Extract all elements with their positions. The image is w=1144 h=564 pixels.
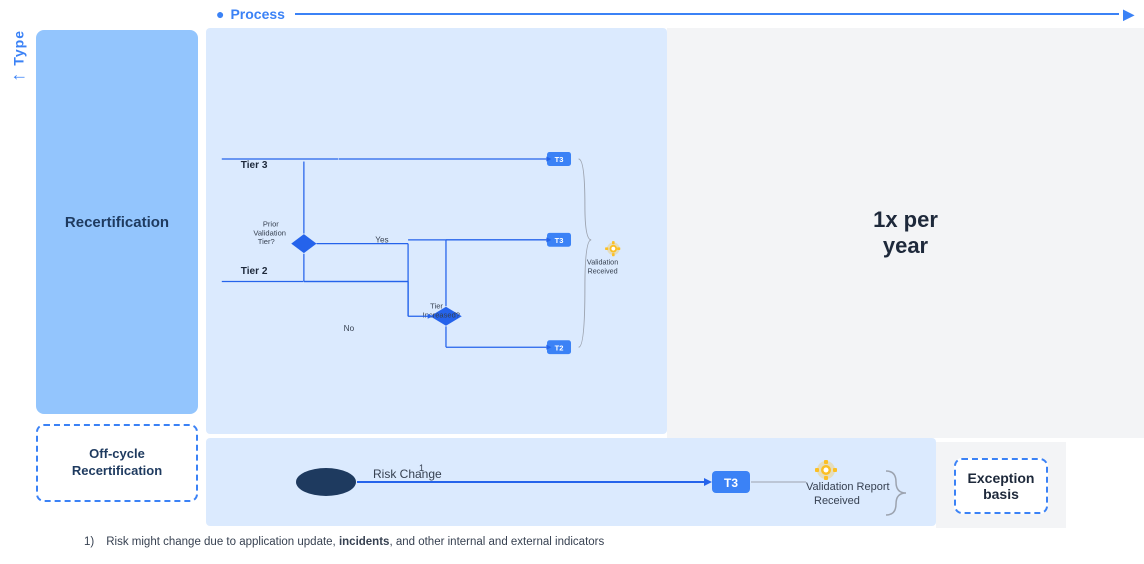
process-arrow-line	[295, 13, 1119, 15]
validation-icon-center	[611, 247, 615, 251]
lower-panel: Risk Change 1 T3	[206, 438, 936, 526]
main-container: ↑ Type Recertification Off-cycle Recerti…	[0, 0, 1144, 530]
freq-lower: Exception basis	[936, 442, 1066, 530]
footnote-text: Risk might change due to application upd…	[106, 536, 604, 548]
process-arrow-left-dot: ●	[216, 6, 224, 22]
footnote: 1) Risk might change due to application …	[44, 528, 1136, 556]
off-cycle-label: Off-cycle Recertification	[72, 446, 162, 480]
exception-freq-col: Exception basis	[936, 438, 1066, 530]
prior-validation-text1: Prior	[263, 220, 279, 229]
recertification-label: Recertification	[65, 214, 169, 231]
exception-basis-label: Exception basis	[968, 470, 1035, 502]
lower-row: Risk Change 1 T3	[206, 438, 1144, 530]
lower-t3-text: T3	[724, 476, 738, 490]
lower-svg: Risk Change 1 T3	[206, 438, 936, 526]
validation-report-text2: Received	[814, 495, 860, 507]
footnote-number: 1)	[84, 536, 94, 548]
footnote-text-pre: Risk might change due to application upd…	[106, 536, 339, 548]
risk-change-sup: 1	[419, 463, 424, 473]
prior-validation-text3: Tier?	[258, 237, 275, 246]
risk-change-oval	[296, 468, 356, 496]
t2-badge-text: T2	[555, 343, 564, 352]
upper-panel: Tier 3 Tier 2 Prior Validation Tier? Yes	[206, 28, 667, 434]
tier2-text: Tier 2	[241, 266, 268, 277]
type-axis: ↑ Type	[0, 0, 36, 530]
gear-tooth-left	[605, 247, 608, 250]
tier3-text: Tier 3	[241, 160, 268, 171]
process-header: ● Process ▶	[206, 0, 1144, 28]
diagram-area: ● Process ▶ Tier 3 Tier 2 Prior Validati…	[206, 0, 1144, 530]
recertification-box: Recertification	[36, 30, 198, 414]
gear-tooth-bottom	[612, 253, 615, 256]
validation-rec-text1: Validation	[587, 257, 618, 266]
gear-tooth-right	[617, 247, 620, 250]
content-row: Tier 3 Tier 2 Prior Validation Tier? Yes	[206, 28, 1144, 438]
t3-badge-upper-text: T3	[555, 155, 564, 164]
risk-change-label: Risk Change	[373, 467, 442, 481]
footnote-bold: incidents	[339, 536, 389, 548]
right-brace	[579, 159, 592, 347]
validation-rec-text2: Received	[587, 266, 617, 275]
t3-badge-middle-text: T3	[555, 236, 564, 245]
per-year-text: 1x per year	[873, 207, 938, 260]
lower-brace	[886, 471, 906, 515]
prior-validation-text2: Validation	[253, 228, 286, 237]
recert-col: Recertification Off-cycle Recertificatio…	[36, 0, 206, 530]
diagram-svg: Tier 3 Tier 2 Prior Validation Tier? Yes	[206, 28, 667, 434]
prior-validation-diamond	[291, 234, 316, 253]
type-arrow-up: ↑	[8, 72, 29, 82]
footnote-area: 1) Risk might change due to application …	[36, 528, 1144, 556]
process-arrow-right: ▶	[1123, 6, 1134, 23]
risk-t3-arrow	[704, 478, 712, 486]
validation-report-text1: Validation Report	[806, 481, 890, 493]
freq-upper: 1x per year	[667, 28, 1144, 438]
process-label: Process	[230, 6, 284, 22]
exception-basis-box: Exception basis	[954, 458, 1049, 514]
type-text: Type	[10, 30, 26, 66]
gear-tooth-top	[612, 241, 615, 244]
footnote-text-post: , and other internal and external indica…	[389, 536, 604, 548]
type-label: ↑ Type	[8, 30, 29, 82]
no-label: No	[344, 324, 355, 333]
tier-inc-text1: Tier	[430, 302, 443, 311]
off-cycle-box: Off-cycle Recertification	[36, 424, 198, 502]
